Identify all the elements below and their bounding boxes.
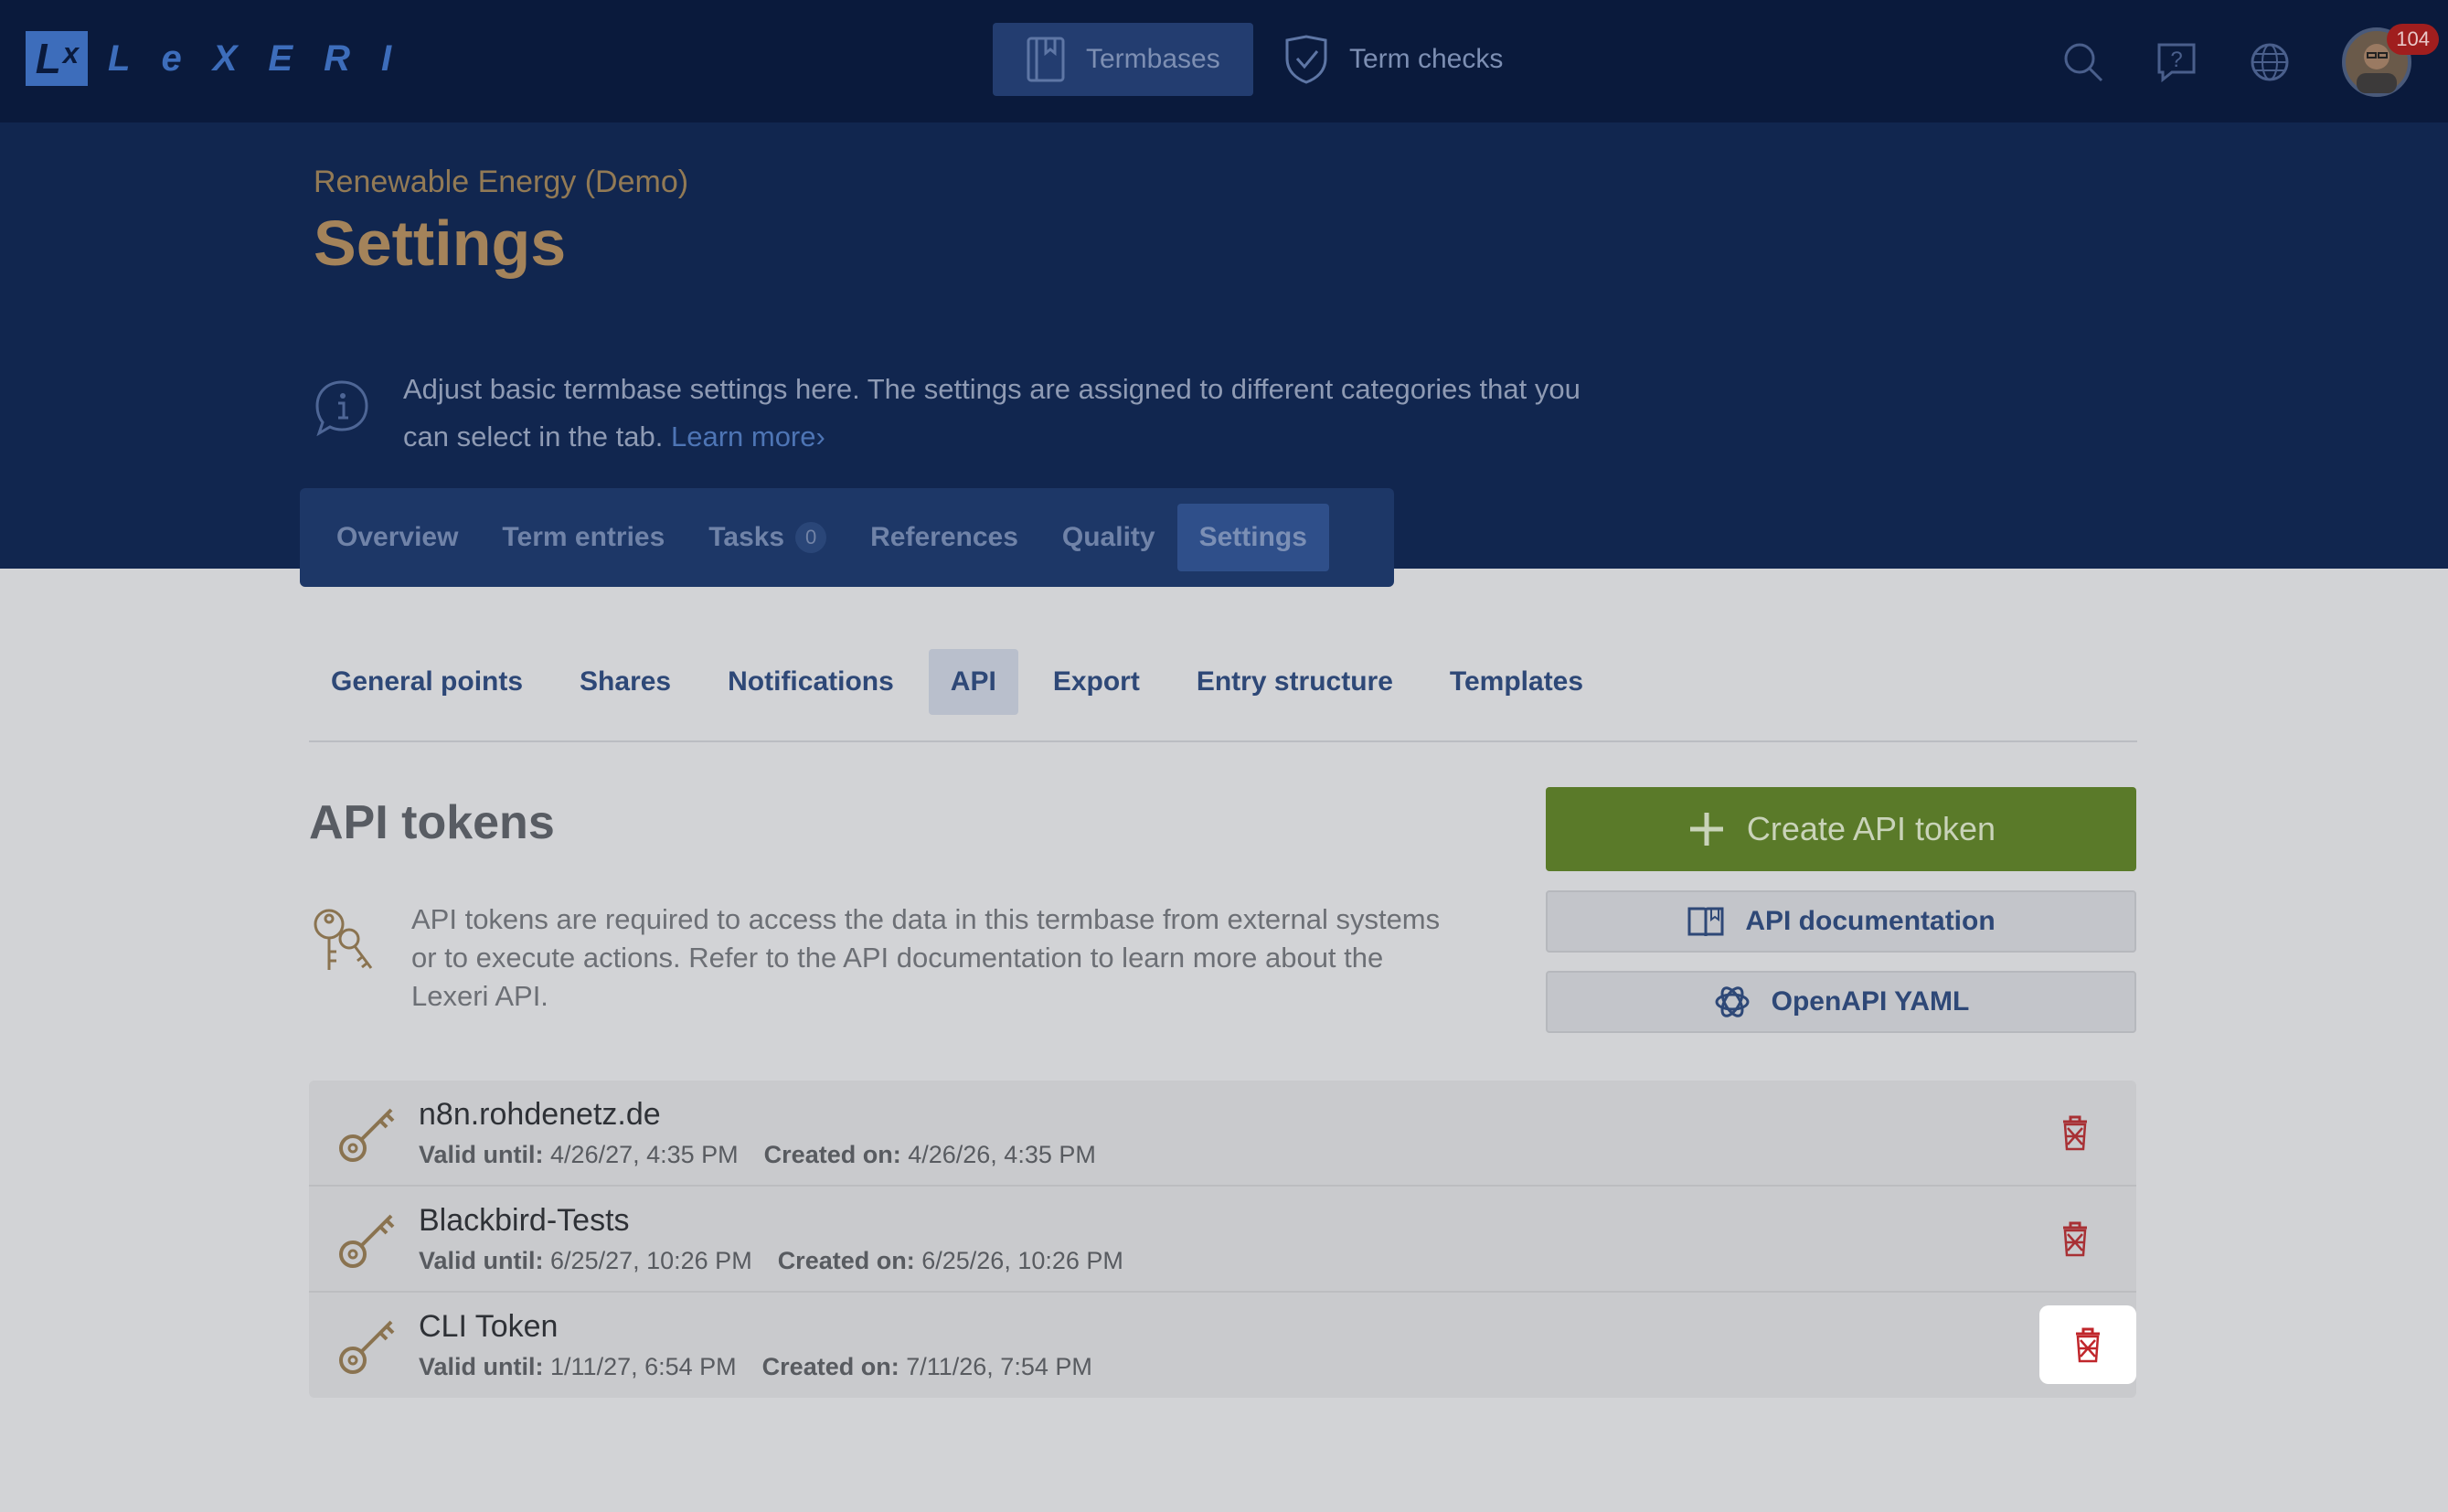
valid-until-label: Valid until: <box>419 1353 544 1380</box>
created-on-label: Created on: <box>761 1353 899 1380</box>
token-name: Blackbird-Tests <box>419 1203 630 1238</box>
delete-token-button[interactable] <box>2041 1099 2109 1166</box>
trash-icon <box>2076 1327 2100 1363</box>
token-name: CLI Token <box>419 1309 559 1344</box>
delete-token-button-highlighted[interactable] <box>2039 1305 2136 1384</box>
create-api-token-button[interactable]: Create API token <box>1546 787 2136 871</box>
token-meta: Valid until: 4/26/27, 4:35 PM Created on:… <box>419 1141 1096 1169</box>
token-meta: Valid until: 1/11/27, 6:54 PM Created on:… <box>419 1353 1092 1381</box>
subtab-notifications[interactable]: Notifications <box>706 649 916 715</box>
api-documentation-button[interactable]: API documentation <box>1546 890 2136 953</box>
token-row: Blackbird-Tests Valid until: 6/25/27, 10… <box>309 1187 2136 1293</box>
tab-tasks[interactable]: Tasks 0 <box>687 504 848 571</box>
book-open-icon <box>1687 907 1724 937</box>
page-title: Settings <box>314 208 567 279</box>
notification-badge: 104 <box>2387 24 2439 55</box>
created-on-value: 7/11/26, 7:54 PM <box>906 1353 1092 1380</box>
logo-wordmark: L e X E R I <box>108 38 391 80</box>
valid-until-label: Valid until: <box>419 1247 544 1274</box>
openapi-yaml-button[interactable]: OpenAPI YAML <box>1546 971 2136 1033</box>
token-row: CLI Token Valid until: 1/11/27, 6:54 PM C… <box>309 1293 2136 1399</box>
tab-term-entries[interactable]: Term entries <box>480 504 687 571</box>
globe-icon[interactable] <box>2249 41 2291 83</box>
nav-termbases-button[interactable]: Termbases <box>993 23 1253 96</box>
valid-until-value: 1/11/27, 6:54 PM <box>550 1353 737 1380</box>
settings-info: Adjust basic termbase settings here. The… <box>314 366 1593 461</box>
main-tabs: Overview Term entries Tasks 0 References … <box>300 488 1394 587</box>
token-row: n8n.rohdenetz.de Valid until: 4/26/27, 4… <box>309 1081 2136 1187</box>
token-name: n8n.rohdenetz.de <box>419 1097 661 1132</box>
api-tokens-description: API tokens are required to access the da… <box>309 900 1461 1016</box>
plus-icon <box>1689 813 1723 846</box>
svg-text:?: ? <box>2170 48 2182 72</box>
valid-until-value: 6/25/27, 10:26 PM <box>550 1247 752 1274</box>
delete-token-button[interactable] <box>2041 1205 2109 1272</box>
tab-label: Term entries <box>502 522 665 552</box>
logo-letter: L <box>108 37 131 79</box>
trash-icon <box>2063 1221 2087 1257</box>
lexeri-logo[interactable]: Lˣ L e X E R I <box>26 31 391 86</box>
shield-check-icon <box>1285 35 1327 84</box>
subtab-shares[interactable]: Shares <box>558 649 693 715</box>
valid-until-label: Valid until: <box>419 1141 544 1168</box>
logo-letter: e <box>161 37 182 79</box>
tab-label: Settings <box>1198 522 1307 552</box>
create-api-token-label: Create API token <box>1746 810 1996 847</box>
key-icon <box>339 1214 395 1268</box>
logo-letter: E <box>268 37 293 79</box>
tab-quality[interactable]: Quality <box>1040 504 1177 571</box>
nav-term-checks-button[interactable]: Term checks <box>1251 23 1536 96</box>
created-on-label: Created on: <box>777 1247 915 1274</box>
top-navigation-bar: Lˣ L e X E R I Termbases Term checks ? 1… <box>0 0 2448 122</box>
logo-letter: X <box>212 37 238 79</box>
created-on-value: 4/26/26, 4:35 PM <box>908 1141 1096 1168</box>
openapi-yaml-label: OpenAPI YAML <box>1771 986 1970 1017</box>
valid-until-value: 4/26/27, 4:35 PM <box>550 1141 739 1168</box>
trash-icon <box>2063 1115 2087 1151</box>
subtab-general-points[interactable]: General points <box>309 649 545 715</box>
tab-label: Quality <box>1061 522 1155 552</box>
api-token-list: n8n.rohdenetz.de Valid until: 4/26/27, 4… <box>309 1081 2136 1398</box>
api-documentation-label: API documentation <box>1745 906 1996 936</box>
tab-label: References <box>870 522 1018 552</box>
help-icon[interactable]: ? <box>2155 41 2198 83</box>
settings-subtabs: General points Shares Notifications API … <box>309 649 2137 742</box>
api-tokens-heading: API tokens <box>309 796 555 849</box>
api-description-text: API tokens are required to access the da… <box>411 903 1441 1012</box>
subtab-templates[interactable]: Templates <box>1428 649 1605 715</box>
key-icon <box>339 1108 395 1162</box>
tab-label: Overview <box>336 522 459 552</box>
logo-letter: I <box>380 37 392 79</box>
tasks-count-badge: 0 <box>795 522 827 553</box>
logo-letter: R <box>324 37 350 79</box>
breadcrumb[interactable]: Renewable Energy (Demo) <box>314 165 688 200</box>
user-avatar[interactable]: 104 <box>2342 24 2439 97</box>
learn-more-label: Learn more <box>670 421 816 453</box>
subtab-export[interactable]: Export <box>1031 649 1162 715</box>
tab-settings[interactable]: Settings <box>1176 504 1329 571</box>
subtab-api[interactable]: API <box>928 649 1018 715</box>
learn-more-link[interactable]: Learn more› <box>671 421 825 453</box>
tab-overview[interactable]: Overview <box>314 504 480 571</box>
chevron-right-icon: › <box>815 421 825 453</box>
subtab-entry-structure[interactable]: Entry structure <box>1175 649 1415 715</box>
info-text: Adjust basic termbase settings here. The… <box>403 366 1593 461</box>
logo-mark: Lˣ <box>26 31 88 86</box>
book-icon <box>1027 37 1065 82</box>
created-on-label: Created on: <box>763 1141 901 1168</box>
key-icon <box>339 1320 395 1374</box>
search-icon[interactable] <box>2062 41 2104 83</box>
info-bubble-icon <box>315 380 368 437</box>
openai-icon <box>1715 986 1750 1017</box>
nav-term-checks-label: Term checks <box>1349 44 1504 74</box>
info-text-body: Adjust basic termbase settings here. The… <box>403 373 1581 453</box>
tab-references[interactable]: References <box>848 504 1040 571</box>
created-on-value: 6/25/26, 10:26 PM <box>921 1247 1123 1274</box>
nav-termbases-label: Termbases <box>1086 44 1220 74</box>
tab-label: Tasks <box>708 522 785 552</box>
header-actions: ? 104 <box>2062 24 2439 97</box>
keys-icon <box>314 909 373 970</box>
token-meta: Valid until: 6/25/27, 10:26 PM Created on… <box>419 1247 1123 1275</box>
